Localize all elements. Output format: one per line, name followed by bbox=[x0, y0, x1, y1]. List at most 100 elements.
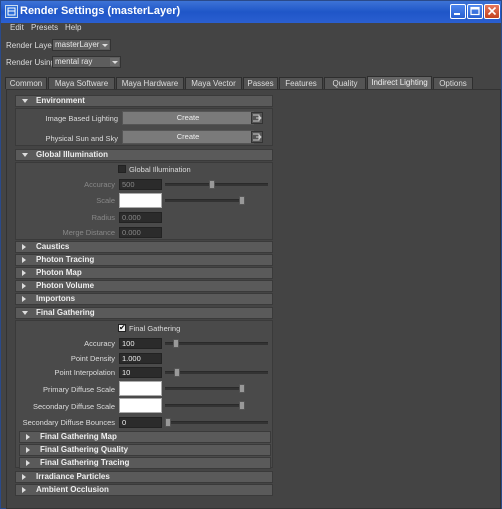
collapse-triangle-icon bbox=[22, 257, 26, 263]
ibl-create-button[interactable]: Create bbox=[122, 111, 254, 125]
fg-primary-slider-handle[interactable] bbox=[239, 384, 245, 393]
gi-merge-field[interactable]: 0.000 bbox=[119, 227, 162, 238]
maximize-button[interactable] bbox=[467, 4, 483, 19]
section-title: Final Gathering Quality bbox=[40, 445, 129, 454]
section-photon-map[interactable]: Photon Map bbox=[15, 267, 273, 279]
collapse-triangle-icon bbox=[22, 283, 26, 289]
collapse-triangle-icon bbox=[22, 487, 26, 493]
ibl-map-button[interactable] bbox=[251, 112, 263, 124]
render-using-label: Render Using bbox=[6, 58, 55, 67]
render-using-dropdown[interactable]: mental ray bbox=[52, 56, 121, 68]
gi-checkbox[interactable] bbox=[118, 165, 126, 173]
fg-secondary-swatch[interactable] bbox=[119, 398, 162, 413]
tab-maya-vector[interactable]: Maya Vector bbox=[185, 77, 242, 89]
chevron-down-icon bbox=[100, 41, 109, 49]
fg-primary-slider[interactable] bbox=[165, 387, 245, 390]
gi-accuracy-slider[interactable] bbox=[165, 183, 268, 186]
tab-indirect-lighting[interactable]: Indirect Lighting bbox=[367, 76, 432, 89]
section-title: Photon Map bbox=[36, 268, 82, 277]
fg-accuracy-label: Accuracy bbox=[84, 339, 115, 348]
fg-bounces-slider[interactable] bbox=[165, 421, 268, 424]
section-irradiance-particles[interactable]: Irradiance Particles bbox=[15, 471, 273, 483]
fg-primary-label: Primary Diffuse Scale bbox=[43, 385, 115, 394]
close-icon bbox=[487, 6, 497, 16]
section-final-gathering[interactable]: Final Gathering bbox=[15, 307, 273, 319]
render-using-value: mental ray bbox=[55, 57, 93, 66]
global-illumination-body: Global Illumination Accuracy 500 Scale R… bbox=[15, 162, 273, 240]
menu-edit[interactable]: Edit bbox=[10, 23, 24, 32]
chevron-down-icon bbox=[110, 58, 119, 66]
map-input-icon bbox=[253, 133, 262, 141]
tab-maya-software[interactable]: Maya Software bbox=[48, 77, 115, 89]
minimize-button[interactable] bbox=[450, 4, 466, 19]
sun-map-button[interactable] bbox=[251, 131, 263, 143]
section-title: Ambient Occlusion bbox=[36, 485, 109, 494]
gi-accuracy-slider-handle[interactable] bbox=[209, 180, 215, 189]
collapse-triangle-icon bbox=[26, 434, 30, 440]
minimize-icon bbox=[454, 13, 460, 15]
expand-triangle-icon bbox=[22, 311, 28, 315]
gi-scale-slider[interactable] bbox=[165, 199, 245, 202]
fg-accuracy-slider[interactable] bbox=[165, 342, 268, 345]
expand-triangle-icon bbox=[22, 153, 28, 157]
fg-accuracy-field[interactable]: 100 bbox=[119, 338, 162, 349]
fg-interp-field[interactable]: 10 bbox=[119, 367, 162, 378]
fg-interp-slider-handle[interactable] bbox=[174, 368, 180, 377]
collapse-triangle-icon bbox=[26, 447, 30, 453]
menu-help[interactable]: Help bbox=[65, 23, 81, 32]
gi-radius-field[interactable]: 0.000 bbox=[119, 212, 162, 223]
collapse-triangle-icon bbox=[22, 244, 26, 250]
fg-primary-swatch[interactable] bbox=[119, 381, 162, 396]
settings-panel: Environment Image Based Lighting Create … bbox=[6, 89, 501, 509]
close-button[interactable] bbox=[484, 4, 500, 19]
gi-scale-slider-handle[interactable] bbox=[239, 196, 245, 205]
section-fg-quality[interactable]: Final Gathering Quality bbox=[19, 444, 271, 456]
section-fg-map[interactable]: Final Gathering Map bbox=[19, 431, 271, 443]
collapse-triangle-icon bbox=[22, 474, 26, 480]
section-caustics[interactable]: Caustics bbox=[15, 241, 273, 253]
fg-density-field[interactable]: 1.000 bbox=[119, 353, 162, 364]
title-bar[interactable]: Render Settings (masterLayer) bbox=[1, 1, 501, 23]
section-title: Final Gathering Tracing bbox=[40, 458, 130, 467]
collapse-triangle-icon bbox=[22, 270, 26, 276]
fg-secondary-slider-handle[interactable] bbox=[239, 401, 245, 410]
tab-features[interactable]: Features bbox=[279, 77, 323, 89]
tab-common[interactable]: Common bbox=[5, 77, 47, 89]
fg-secondary-slider[interactable] bbox=[165, 404, 245, 407]
settings-scroll-area[interactable]: Environment Image Based Lighting Create … bbox=[7, 90, 273, 508]
fg-interp-slider[interactable] bbox=[165, 371, 268, 374]
tab-passes[interactable]: Passes bbox=[243, 77, 278, 89]
tab-bar: Common Maya Software Maya Hardware Maya … bbox=[5, 76, 499, 89]
tab-options[interactable]: Options bbox=[433, 77, 473, 89]
tab-quality[interactable]: Quality bbox=[324, 77, 366, 89]
fg-bounces-field[interactable]: 0 bbox=[119, 417, 162, 428]
gi-accuracy-field[interactable]: 500 bbox=[119, 179, 162, 190]
gi-merge-label: Merge Distance bbox=[62, 228, 115, 237]
section-importons[interactable]: Importons bbox=[15, 293, 273, 305]
gi-accuracy-label: Accuracy bbox=[84, 180, 115, 189]
render-layer-dropdown[interactable]: masterLayer bbox=[52, 39, 111, 51]
sun-label: Physical Sun and Sky bbox=[45, 134, 118, 143]
section-global-illumination[interactable]: Global Illumination bbox=[15, 149, 273, 161]
fg-bounces-slider-handle[interactable] bbox=[165, 418, 171, 427]
menu-presets[interactable]: Presets bbox=[31, 23, 58, 32]
fg-density-label: Point Density bbox=[70, 354, 115, 363]
section-title: Final Gathering bbox=[36, 308, 95, 317]
collapse-triangle-icon bbox=[22, 296, 26, 302]
section-environment[interactable]: Environment bbox=[15, 95, 273, 107]
environment-body: Image Based Lighting Create Physical Sun… bbox=[15, 108, 273, 146]
gi-scale-swatch[interactable] bbox=[119, 193, 162, 208]
fg-secondary-label: Secondary Diffuse Scale bbox=[33, 402, 115, 411]
map-input-icon bbox=[253, 114, 262, 122]
section-photon-tracing[interactable]: Photon Tracing bbox=[15, 254, 273, 266]
section-title: Environment bbox=[36, 96, 85, 105]
tab-maya-hardware[interactable]: Maya Hardware bbox=[116, 77, 184, 89]
section-ambient-occlusion[interactable]: Ambient Occlusion bbox=[15, 484, 273, 496]
render-layer-label: Render Layer bbox=[6, 41, 55, 50]
section-fg-tracing[interactable]: Final Gathering Tracing bbox=[19, 457, 271, 469]
section-photon-volume[interactable]: Photon Volume bbox=[15, 280, 273, 292]
fg-checkbox[interactable] bbox=[118, 323, 126, 332]
fg-accuracy-slider-handle[interactable] bbox=[173, 339, 179, 348]
section-title: Caustics bbox=[36, 242, 70, 251]
sun-create-button[interactable]: Create bbox=[122, 130, 254, 144]
